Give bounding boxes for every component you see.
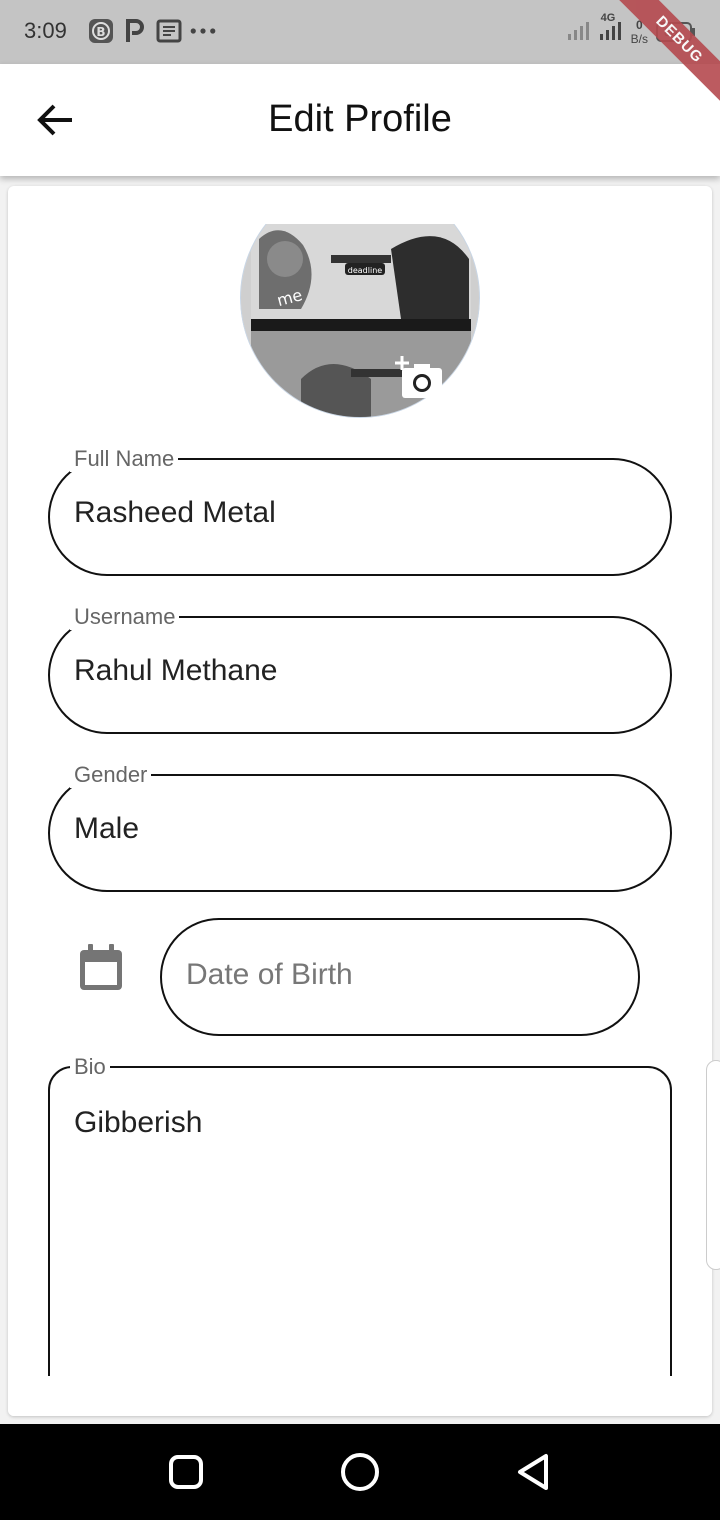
bio-label: Bio (70, 1054, 110, 1080)
date-of-birth-placeholder: Date of Birth (186, 958, 353, 991)
side-handle[interactable] (706, 1060, 720, 1270)
avatar-caption-deadline: deadline (348, 266, 382, 275)
square-icon (169, 1455, 203, 1489)
notification-icons: B (88, 18, 216, 44)
signal-4g: 4G (599, 12, 623, 45)
news-icon (156, 18, 182, 44)
p-app-icon (122, 18, 148, 44)
status-bar: 3:09 B 4G 0 B/s 80 (0, 0, 720, 64)
date-of-birth-field[interactable]: Date of Birth (160, 918, 640, 1036)
page-title: Edit Profile (268, 98, 452, 140)
system-nav-bar (0, 1424, 720, 1520)
change-photo-button[interactable] (394, 354, 450, 402)
card-bottom (8, 1376, 712, 1416)
circle-icon (341, 1453, 379, 1491)
status-time: 3:09 (24, 18, 67, 43)
gender-label: Gender (70, 762, 152, 788)
username-label: Username (70, 604, 180, 630)
network-type: 4G (600, 12, 616, 24)
signal-icon (567, 16, 591, 45)
bio-field[interactable]: Bio Gibberish (48, 1054, 672, 1416)
svg-text:B: B (96, 25, 105, 39)
username-value: Rahul Methane (74, 654, 278, 687)
app-bar: Edit Profile (0, 64, 720, 176)
nav-back-button[interactable] (510, 1448, 558, 1496)
triangle-icon (518, 1454, 548, 1490)
more-dots-icon (190, 18, 216, 44)
b-app-icon: B (88, 18, 114, 44)
gender-field[interactable]: Gender Male (48, 762, 672, 892)
full-name-field[interactable]: Full Name Rasheed Metal (48, 446, 672, 576)
calendar-button[interactable] (78, 942, 124, 992)
full-name-value: Rasheed Metal (74, 496, 276, 529)
username-field[interactable]: Username Rahul Methane (48, 604, 672, 734)
calendar-icon (80, 944, 122, 990)
profile-form-card: deadline me Full Name Rasheed Metal User… (8, 186, 712, 1416)
nav-home-button[interactable] (336, 1448, 384, 1496)
nav-recents-button[interactable] (162, 1448, 210, 1496)
bio-value: Gibberish (74, 1106, 203, 1139)
speed-unit: B/s (630, 32, 648, 46)
add-camera-icon (395, 356, 442, 398)
gender-value: Male (74, 812, 140, 845)
full-name-label: Full Name (70, 446, 179, 472)
